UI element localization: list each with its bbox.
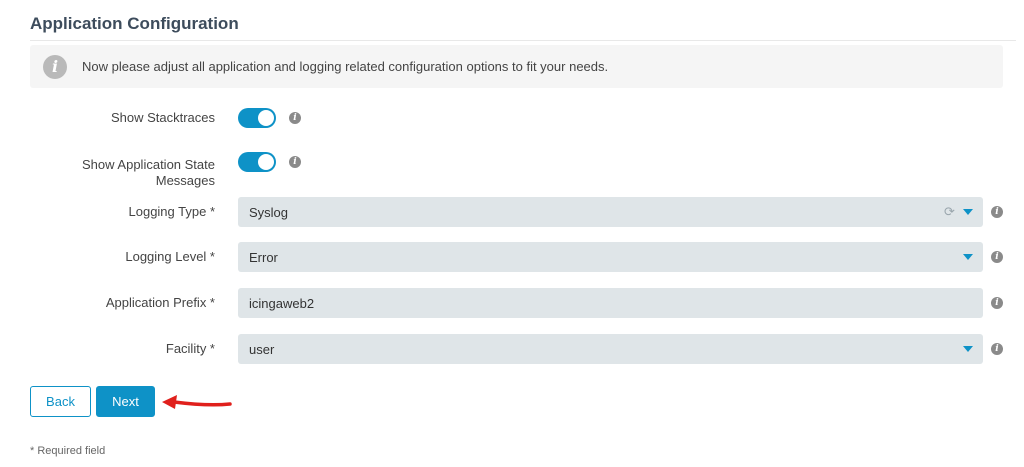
logging-type-select[interactable]: Syslog ⟳ [238, 197, 983, 227]
facility-value: user [249, 341, 275, 357]
chevron-down-icon [963, 209, 973, 215]
application-prefix-label: Application Prefix * [105, 295, 215, 310]
logging-type-label: Logging Type * [128, 204, 216, 219]
info-banner: i Now please adjust all application and … [30, 45, 1003, 88]
logging-type-value: Syslog [249, 204, 289, 220]
show-app-state-label: Show Application State Messages [35, 157, 215, 189]
logging-type-help-icon[interactable]: i [991, 206, 1003, 218]
facility-label: Facility * [165, 341, 215, 356]
red-arrow-annotation [162, 395, 232, 409]
application-prefix-input[interactable] [249, 295, 983, 311]
row-show-app-state: Show Application State Messages i [30, 152, 1015, 188]
logging-level-label: Logging Level * [125, 249, 215, 264]
row-logging-level: Logging Level * Error i [30, 242, 1015, 272]
row-show-stacktraces: Show Stacktraces i [30, 108, 1015, 138]
facility-select[interactable]: user [238, 334, 983, 364]
logging-level-help-icon[interactable]: i [991, 251, 1003, 263]
show-stacktraces-label: Show Stacktraces [110, 110, 215, 125]
show-stacktraces-help-icon[interactable]: i [289, 112, 301, 124]
chevron-down-icon [963, 254, 973, 260]
row-application-prefix: Application Prefix * i [30, 288, 1015, 318]
toggle-knob [258, 154, 274, 170]
logging-level-value: Error [249, 249, 278, 265]
show-app-state-toggle[interactable] [238, 152, 276, 172]
next-button[interactable]: Next [96, 386, 155, 417]
toggle-knob [258, 110, 274, 126]
show-app-state-label-line2: Messages [155, 173, 215, 188]
refresh-icon[interactable]: ⟳ [944, 205, 956, 219]
show-app-state-label-line1: Show Application State [82, 157, 215, 172]
application-prefix-field[interactable] [238, 288, 983, 318]
show-stacktraces-toggle[interactable] [238, 108, 276, 128]
row-facility: Facility * user i [30, 334, 1015, 364]
show-app-state-help-icon[interactable]: i [289, 156, 301, 168]
page-title: Application Configuration [30, 14, 1016, 41]
logging-level-select[interactable]: Error [238, 242, 983, 272]
row-logging-type: Logging Type * Syslog ⟳ i [30, 197, 1015, 227]
required-field-note: * Required field [30, 445, 106, 457]
back-button[interactable]: Back [30, 386, 91, 417]
chevron-down-icon [963, 346, 973, 352]
facility-help-icon[interactable]: i [991, 343, 1003, 355]
application-prefix-help-icon[interactable]: i [991, 297, 1003, 309]
info-icon: i [43, 54, 67, 79]
info-message: Now please adjust all application and lo… [82, 59, 609, 74]
